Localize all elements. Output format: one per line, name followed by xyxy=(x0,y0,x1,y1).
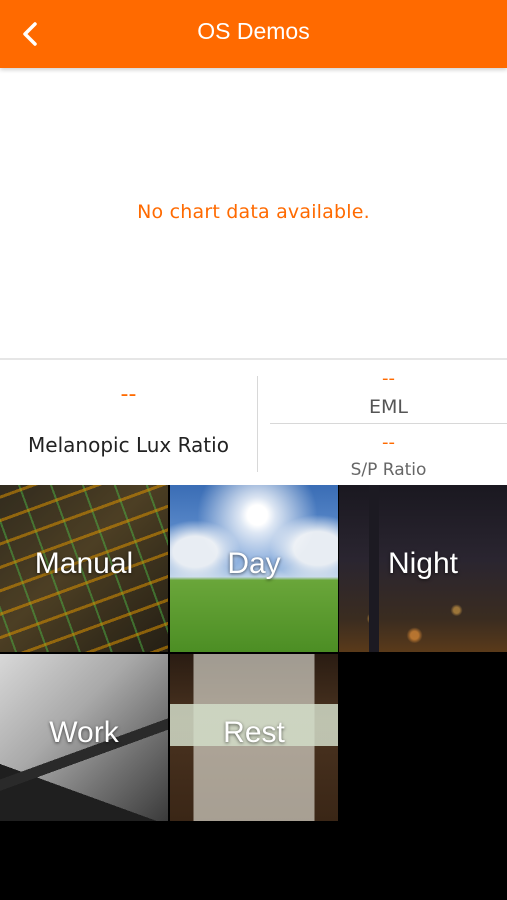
chart-area: No chart data available. xyxy=(0,68,507,358)
sp-ratio-label: S/P Ratio xyxy=(350,460,427,480)
melanopic-lux-ratio-value: -- xyxy=(120,382,137,407)
tile-label-night: Night xyxy=(387,547,459,580)
melanopic-lux-ratio-metric: -- Melanopic Lux Ratio xyxy=(0,360,257,485)
sp-ratio-value: -- xyxy=(382,432,395,453)
navigation-bar: OS Demos xyxy=(0,0,507,68)
empty-tile-slot xyxy=(338,652,507,821)
sp-ratio-metric: -- S/P Ratio xyxy=(270,424,507,485)
tile-night[interactable]: Night xyxy=(339,485,507,652)
eml-metric: -- EML xyxy=(270,360,507,423)
tile-work[interactable]: Work xyxy=(0,654,168,821)
metrics-panel: -- Melanopic Lux Ratio -- EML -- S/P Rat… xyxy=(0,358,507,485)
tile-label-rest: Rest xyxy=(223,716,285,749)
eml-value: -- xyxy=(382,368,395,389)
bottom-area xyxy=(0,821,507,900)
chart-empty-message: No chart data available. xyxy=(137,201,370,223)
metrics-divider-vertical xyxy=(257,376,258,472)
melanopic-lux-ratio-label: Melanopic Lux Ratio xyxy=(28,433,229,457)
tile-manual[interactable]: Manual xyxy=(0,485,168,652)
tile-day[interactable]: Day xyxy=(170,485,338,652)
eml-label: EML xyxy=(369,396,408,418)
page-title: OS Demos xyxy=(197,18,310,44)
tile-label-work: Work xyxy=(49,716,119,749)
tile-rest[interactable]: Rest xyxy=(170,654,338,821)
tile-label-day: Day xyxy=(227,547,281,580)
tile-label-manual: Manual xyxy=(34,547,134,580)
